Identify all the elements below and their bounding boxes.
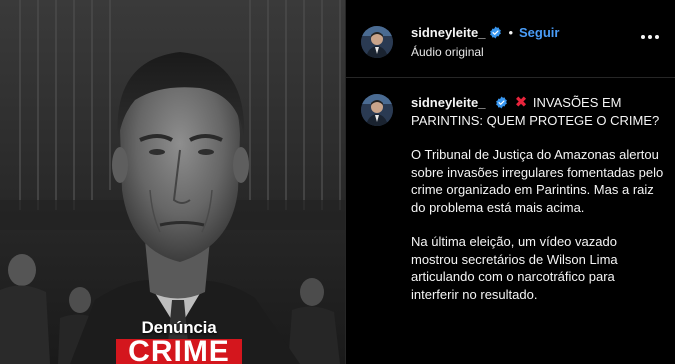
follow-button[interactable]: Seguir — [519, 25, 559, 40]
caption-username[interactable]: sidneyleite_ — [411, 95, 485, 110]
tag-line-denuncia: Denúncia — [141, 318, 217, 337]
avatar[interactable] — [361, 26, 393, 58]
crime-denuncia-tag: Denúncia CRIME — [116, 318, 242, 364]
separator-dot: • — [508, 25, 513, 40]
header-line: sidneyleite_ • Seguir — [411, 25, 559, 40]
post-sidebar: sidneyleite_ • Seguir Áudio original sid… — [345, 0, 675, 364]
avatar-image — [361, 26, 393, 58]
caption-paragraph: Na última eleição, um vídeo vazado mostr… — [411, 234, 618, 302]
verified-badge-icon — [490, 26, 502, 39]
audio-link[interactable]: Áudio original — [411, 45, 484, 59]
caption-paragraph: O Tribunal de Justiça do Amazonas alerto… — [411, 147, 664, 215]
post-media[interactable]: Denúncia CRIME — [0, 0, 345, 364]
post-caption: sidneyleite_ ✖ INVASÕES EM PARINTINS: QU… — [345, 78, 675, 364]
post-photo — [0, 0, 345, 364]
verified-badge-icon — [496, 96, 507, 109]
x-emoji-icon: ✖ — [514, 94, 528, 111]
tag-line-crime: CRIME — [116, 339, 242, 364]
more-options-icon[interactable] — [641, 35, 659, 41]
avatar-image — [361, 94, 393, 126]
caption-text: sidneyleite_ ✖ INVASÕES EM PARINTINS: QU… — [411, 94, 666, 303]
username-link[interactable]: sidneyleite_ — [411, 25, 485, 40]
caption-avatar[interactable] — [361, 94, 393, 126]
post-header: sidneyleite_ • Seguir Áudio original — [345, 0, 675, 78]
